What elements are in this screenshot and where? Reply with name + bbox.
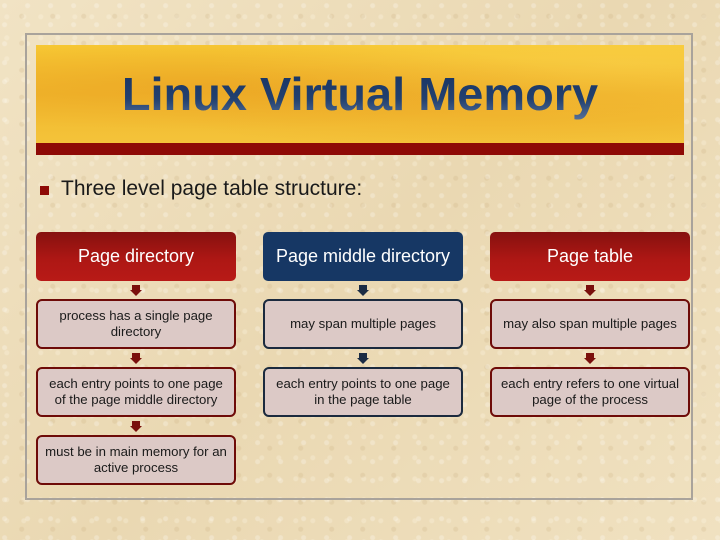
- detail-box: may span multiple pages: [263, 299, 463, 349]
- detail-box: may also span multiple pages: [490, 299, 690, 349]
- column-page-table: Page table may also span multiple pages …: [490, 232, 690, 417]
- banner-stripe: [36, 143, 684, 155]
- column-page-middle-directory: Page middle directory may span multiple …: [263, 232, 463, 417]
- column-header: Page table: [490, 232, 690, 281]
- down-arrow-icon: [490, 349, 690, 367]
- down-arrow-icon: [36, 281, 236, 299]
- detail-box: each entry points to one page of the pag…: [36, 367, 236, 417]
- down-arrow-icon: [263, 281, 463, 299]
- column-page-directory: Page directory process has a single page…: [36, 232, 236, 485]
- detail-box: process has a single page directory: [36, 299, 236, 349]
- bullet-text: Three level page table structure:: [61, 177, 363, 200]
- detail-box: must be in main memory for an active pro…: [36, 435, 236, 485]
- down-arrow-icon: [36, 417, 236, 435]
- down-arrow-icon: [263, 349, 463, 367]
- column-header: Page directory: [36, 232, 236, 281]
- down-arrow-icon: [36, 349, 236, 367]
- bullet-item: Three level page table structure:: [40, 174, 362, 204]
- detail-box: each entry points to one page in the pag…: [263, 367, 463, 417]
- detail-box: each entry refers to one virtual page of…: [490, 367, 690, 417]
- square-bullet-icon: [40, 185, 49, 195]
- slide-title: Linux Virtual Memory: [30, 45, 691, 143]
- column-header: Page middle directory: [263, 232, 463, 281]
- down-arrow-icon: [490, 281, 690, 299]
